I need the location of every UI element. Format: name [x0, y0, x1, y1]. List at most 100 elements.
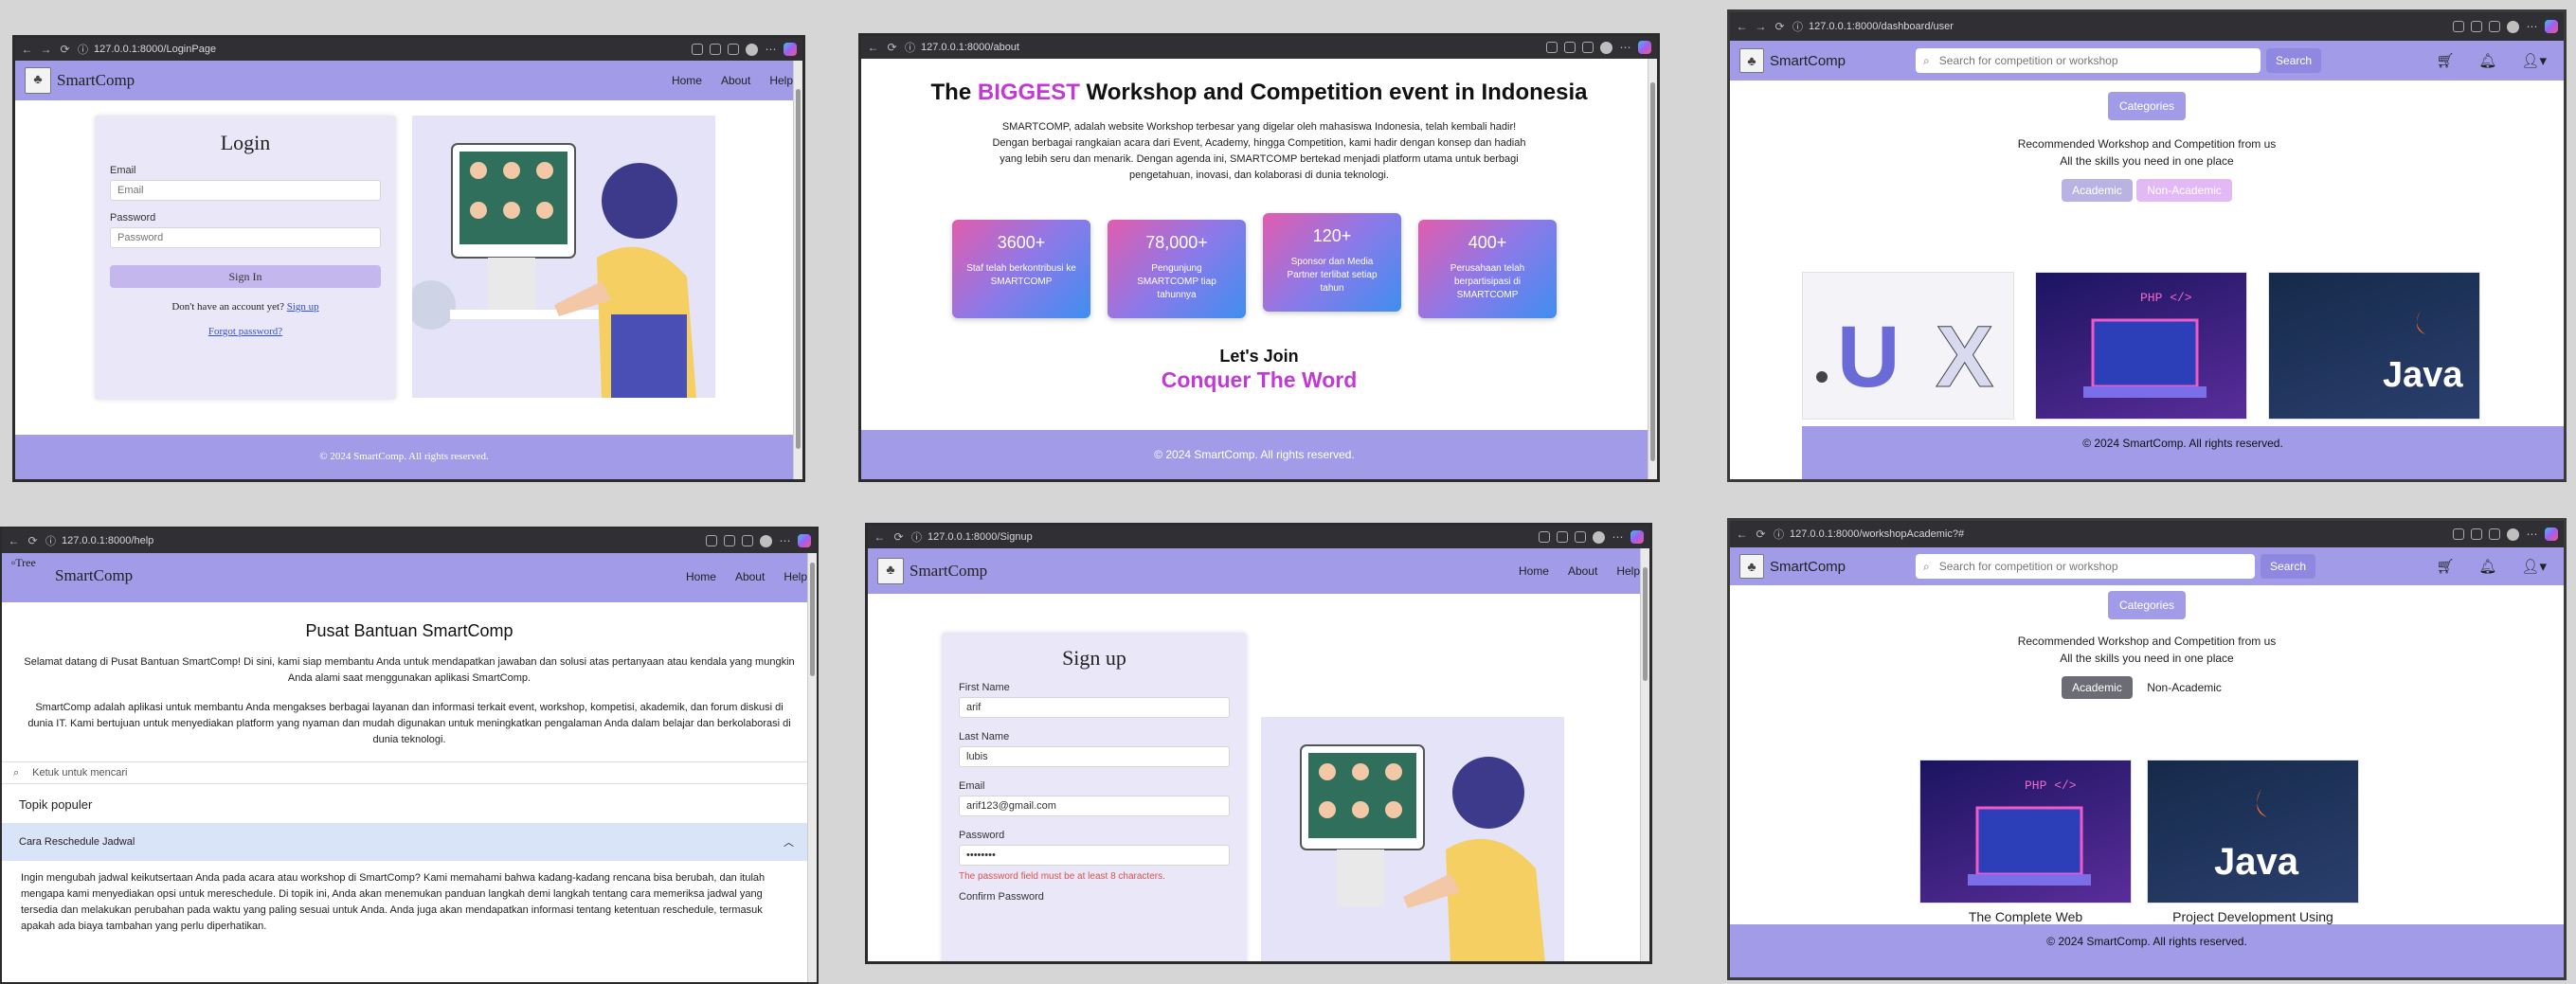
card-title[interactable]: Project Development Using [2147, 909, 2359, 924]
nav-home[interactable]: Home [1519, 564, 1549, 578]
password-field[interactable] [959, 845, 1230, 866]
nav-home[interactable]: Home [686, 570, 716, 583]
user-icon[interactable]: 👤︎▾ [2521, 558, 2547, 575]
faq-item-reschedule[interactable]: Cara Reschedule Jadwal ︿ [2, 823, 817, 861]
address-bar[interactable]: ⓘ 127.0.0.1:8000/help [45, 533, 699, 548]
star-icon[interactable] [1539, 531, 1550, 543]
bell-icon[interactable]: 🔔︎ [2478, 558, 2496, 575]
password-field[interactable] [110, 227, 381, 248]
menu-icon[interactable]: ⋯ [2526, 20, 2538, 33]
forgot-password-link[interactable]: Forgot password? [208, 326, 282, 337]
copilot-icon[interactable] [784, 43, 797, 56]
copilot-icon[interactable] [1638, 41, 1651, 54]
address-bar[interactable]: ⓘ 127.0.0.1:8000/dashboard/user [1792, 19, 2446, 34]
profile-icon[interactable] [746, 43, 758, 56]
search-button[interactable]: Search [2261, 554, 2316, 579]
favorites-icon[interactable] [728, 44, 739, 55]
menu-icon[interactable]: ⋯ [1612, 530, 1624, 544]
extension-icon[interactable] [1557, 531, 1568, 543]
search-bar[interactable]: ⌕ Search for competition or workshop [1916, 48, 2261, 73]
cart-icon[interactable]: 🛒︎ [2436, 558, 2454, 575]
copilot-icon[interactable] [2545, 528, 2558, 541]
product-card[interactable]: UX [1802, 272, 2014, 420]
nav-about[interactable]: About [721, 74, 750, 87]
star-icon[interactable] [1546, 42, 1558, 53]
star-icon[interactable] [2453, 528, 2464, 540]
nav-help[interactable]: Help [784, 570, 807, 583]
email-field[interactable] [959, 796, 1230, 816]
extension-icon[interactable] [2471, 528, 2482, 540]
back-icon[interactable]: ← [1736, 528, 1748, 541]
reload-icon[interactable]: ⟳ [1755, 528, 1767, 541]
nav-about[interactable]: About [1568, 564, 1597, 578]
scrollbar[interactable] [1648, 59, 1657, 479]
back-icon[interactable]: ← [1736, 20, 1748, 33]
brand[interactable]: ♣ SmartComp [1739, 48, 1846, 73]
menu-icon[interactable]: ⋯ [2526, 528, 2538, 541]
profile-icon[interactable] [760, 534, 772, 547]
tab-non-academic[interactable]: Non-Academic [2136, 179, 2232, 202]
copilot-icon[interactable] [2545, 20, 2558, 33]
user-icon[interactable]: 👤︎▾ [2521, 52, 2547, 69]
back-icon[interactable]: ← [21, 43, 33, 56]
favorites-icon[interactable] [742, 535, 753, 546]
reload-icon[interactable]: ⟳ [886, 41, 898, 54]
product-card[interactable]: PHP </> [1919, 760, 2132, 903]
back-icon[interactable]: ← [867, 41, 879, 54]
nav-help[interactable]: Help [769, 74, 793, 87]
star-icon[interactable] [692, 44, 703, 55]
nav-help[interactable]: Help [1616, 564, 1640, 578]
brand[interactable]: ♣ SmartComp [1739, 554, 1846, 579]
star-icon[interactable] [2453, 21, 2464, 32]
nav-home[interactable]: Home [672, 74, 702, 87]
favorites-icon[interactable] [1575, 531, 1586, 543]
tab-academic[interactable]: Academic [2062, 676, 2133, 699]
product-card[interactable]: PHP </> [2035, 272, 2247, 420]
menu-icon[interactable]: ⋯ [765, 43, 777, 56]
brand[interactable]: ♣ SmartComp [877, 558, 987, 584]
back-icon[interactable]: ← [8, 534, 20, 547]
tab-academic[interactable]: Academic [2062, 179, 2133, 202]
brand[interactable]: ▫Tree SmartComp [11, 557, 133, 584]
sign-in-button[interactable]: Sign In [110, 265, 381, 288]
cart-icon[interactable]: 🛒︎ [2436, 52, 2454, 69]
brand[interactable]: ♣ SmartComp [25, 67, 135, 94]
favorites-icon[interactable] [2489, 528, 2500, 540]
reload-icon[interactable]: ⟳ [892, 530, 905, 544]
extension-icon[interactable] [724, 535, 735, 546]
address-bar[interactable]: ⓘ 127.0.0.1:8000/about [905, 40, 1540, 55]
search-bar[interactable]: ⌕ Search for competition or workshop [1916, 554, 2256, 579]
forward-icon[interactable]: → [1755, 20, 1767, 33]
product-card[interactable]: Java [2268, 272, 2480, 420]
profile-icon[interactable] [1600, 41, 1612, 54]
help-search[interactable]: ⌕ Ketuk untuk mencari [2, 761, 817, 784]
copilot-icon[interactable] [1630, 530, 1644, 544]
address-bar[interactable]: ⓘ 127.0.0.1:8000/LoginPage [78, 42, 685, 57]
tab-non-academic[interactable]: Non-Academic [2136, 676, 2232, 699]
categories-button[interactable]: Categories [2107, 591, 2187, 619]
profile-icon[interactable] [2507, 20, 2519, 33]
reload-icon[interactable]: ⟳ [59, 43, 71, 56]
reload-icon[interactable]: ⟳ [27, 534, 39, 547]
scrollbar[interactable] [793, 61, 802, 479]
star-icon[interactable] [706, 535, 717, 546]
categories-button[interactable]: Categories [2107, 92, 2187, 120]
last-name-field[interactable] [959, 746, 1230, 767]
back-icon[interactable]: ← [874, 530, 886, 544]
profile-icon[interactable] [2507, 528, 2519, 541]
favorites-icon[interactable] [2489, 21, 2500, 32]
product-card[interactable]: Java [2147, 760, 2359, 903]
card-title[interactable]: The Complete Web [1919, 909, 2132, 924]
chevron-up-icon[interactable]: ︿ [784, 834, 794, 850]
bell-icon[interactable]: 🔔︎ [2478, 52, 2496, 69]
copilot-icon[interactable] [798, 534, 811, 547]
extension-icon[interactable] [2471, 21, 2482, 32]
reload-icon[interactable]: ⟳ [1774, 20, 1786, 33]
first-name-field[interactable] [959, 697, 1230, 718]
signup-link[interactable]: Sign up [287, 301, 319, 313]
address-bar[interactable]: ⓘ 127.0.0.1:8000/Signup [911, 529, 1532, 545]
extension-icon[interactable] [710, 44, 721, 55]
email-field[interactable] [110, 180, 381, 201]
scrollbar[interactable] [807, 553, 817, 982]
menu-icon[interactable]: ⋯ [1619, 41, 1631, 54]
